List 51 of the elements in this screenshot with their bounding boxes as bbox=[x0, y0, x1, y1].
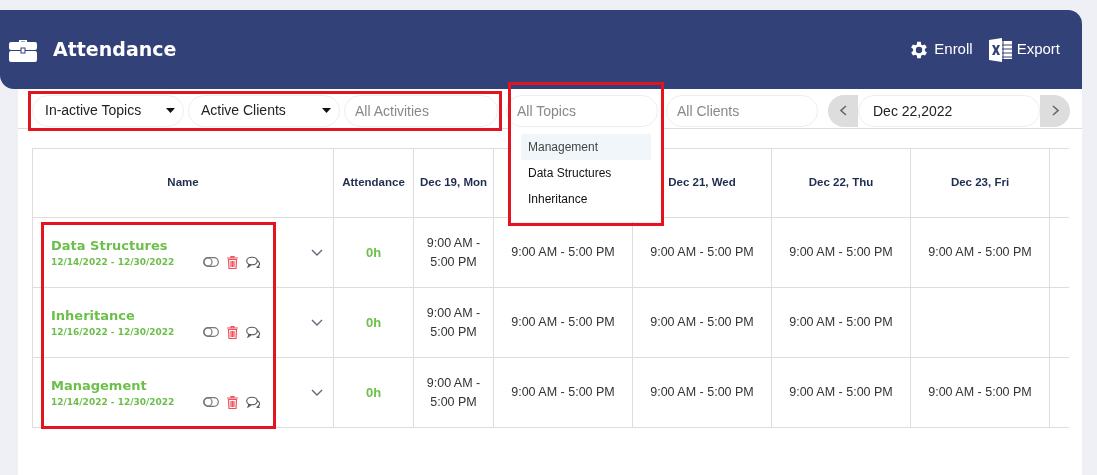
chevron-down-icon[interactable] bbox=[311, 249, 323, 256]
date-range: 12/16/2022 - 12/30/2022 bbox=[51, 325, 175, 339]
date-field[interactable]: Dec 22,2022 bbox=[858, 94, 1040, 127]
date-range: 12/14/2022 - 12/30/2022 bbox=[51, 255, 175, 269]
time-range: 9:00 AM - 5:00 PM bbox=[413, 357, 494, 428]
time-range: 9:00 AM - 5:00 PM bbox=[771, 287, 911, 358]
time-range: 9:00 AM - 5:00 PM bbox=[632, 287, 772, 358]
time-range: 9:00 AM - 5:00 PM bbox=[413, 217, 494, 288]
column-header: Dec 22, Thu bbox=[771, 148, 911, 218]
column-header: Attendance bbox=[333, 148, 414, 218]
enroll-button[interactable]: Enroll bbox=[908, 38, 973, 61]
time-range: 9:00 AM - 5:00 PM bbox=[771, 217, 911, 288]
time-range: 9:00 AM - 5:00 PM bbox=[413, 287, 494, 358]
time-range: 9:00 AM - 5:00 PM bbox=[632, 357, 772, 428]
toggle-icon bbox=[203, 397, 219, 408]
time-range: 9:00 AM - 5:00 PM bbox=[910, 217, 1050, 288]
chevron-right-icon bbox=[1051, 105, 1059, 116]
page-title: Attendance bbox=[53, 37, 177, 63]
column-header: Name bbox=[32, 148, 334, 218]
time-range: 9:00 AM - 5:00 PM bbox=[493, 287, 633, 358]
attendance-hours: 0h bbox=[333, 357, 414, 428]
date-range: 12/14/2022 - 12/30/2022 bbox=[51, 395, 175, 409]
dropdown-select[interactable]: In-active Topics bbox=[32, 94, 184, 127]
dropdown-select[interactable]: Active Clients bbox=[188, 94, 340, 127]
search-field[interactable]: All Topics bbox=[506, 94, 658, 127]
chevron-left-icon bbox=[839, 105, 847, 116]
toggle-icon bbox=[203, 327, 219, 338]
attendance-hours: 0h bbox=[333, 217, 414, 288]
trash-icon bbox=[227, 395, 238, 409]
search-field[interactable]: All Activities bbox=[344, 94, 498, 127]
column-header: Dec 19, Mon bbox=[413, 148, 494, 218]
chat-icon bbox=[246, 326, 261, 339]
chat-icon bbox=[246, 396, 261, 409]
trash-icon bbox=[227, 325, 238, 339]
caret-icon bbox=[322, 108, 331, 113]
briefcase-icon bbox=[9, 37, 37, 62]
column-header: Dec 23, Fri bbox=[910, 148, 1050, 218]
time-range: 9:00 AM - 5:00 PM bbox=[910, 357, 1050, 428]
dropdown-option[interactable]: Management bbox=[521, 134, 651, 160]
trash-icon bbox=[227, 255, 238, 269]
chat-icon bbox=[246, 256, 261, 269]
export-button[interactable]: Export bbox=[988, 37, 1060, 62]
caret-icon bbox=[166, 108, 175, 113]
attendance-hours: 0h bbox=[333, 287, 414, 358]
toggle-icon bbox=[203, 257, 219, 268]
search-field[interactable]: All Clients bbox=[666, 94, 818, 127]
chevron-down-icon[interactable] bbox=[311, 389, 323, 396]
time-range: 9:00 AM - 5:00 PM bbox=[771, 357, 911, 428]
chevron-down-icon[interactable] bbox=[311, 319, 323, 326]
spreadsheet-icon bbox=[988, 37, 1013, 62]
time-range: 9:00 AM - 5:00 PM bbox=[493, 357, 633, 428]
